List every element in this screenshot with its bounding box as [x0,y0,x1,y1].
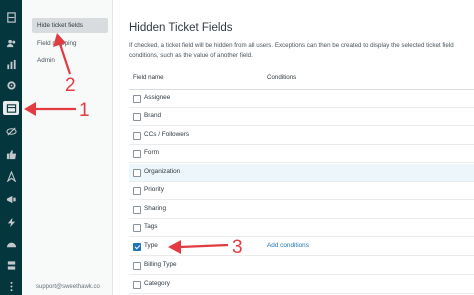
annotation-number-3: 3 [232,237,243,258]
field-row-billing-type: Billing Type [129,257,474,275]
page-description: If checked, a ticket field will be hidde… [129,41,474,61]
lightning-icon[interactable] [5,216,17,228]
field-label: Category [144,280,170,287]
field-row-sharing: Sharing [129,201,474,219]
users-icon[interactable] [5,37,17,49]
field-row-ccs-followers: CCs / Followers [129,127,474,145]
field-row-tags: Tags [129,219,474,237]
app-icon[interactable] [3,101,19,115]
annotation-number-2: 2 [65,75,76,96]
column-header-field-name: Field name [133,74,164,81]
field-label: Brand [144,112,162,119]
field-label: Priority [144,186,164,193]
field-checkbox[interactable] [133,187,141,195]
field-label: Type [144,242,158,249]
dashboard-icon[interactable] [5,238,17,250]
page-title: Hidden Ticket Fields [129,22,233,34]
reporting-icon[interactable] [5,58,17,70]
home-icon[interactable] [5,11,17,23]
field-label: CCs / Followers [144,131,190,138]
field-label: Form [144,149,159,156]
thumbs-up-icon[interactable] [5,148,17,160]
support-email[interactable]: support@sweethawk.co [36,284,100,290]
product-rail [0,0,22,295]
field-row-organization: Organization [129,164,474,182]
megaphone-icon[interactable] [5,193,17,205]
field-checkbox[interactable] [133,169,141,177]
field-checkbox[interactable] [133,150,141,158]
field-checkbox-checked[interactable] [133,243,141,251]
field-row-category: Category [129,276,474,294]
field-row-type: Type Add conditions [129,238,474,256]
field-checkbox[interactable] [133,224,141,232]
field-checkbox[interactable] [133,113,141,121]
field-checkbox[interactable] [133,132,141,140]
settings-icon[interactable] [5,79,17,91]
main-content: Hidden Ticket Fields If checked, a ticke… [113,0,474,295]
server-icon[interactable] [5,259,17,271]
subnav-item-hide-ticket-fields[interactable]: Hide ticket fields [32,18,108,33]
app-sidebar: Hide ticket fields Field mapping Admin s… [22,0,113,295]
field-row-form: Form [129,145,474,163]
field-checkbox[interactable] [133,206,141,214]
field-label: Billing Type [144,261,177,268]
description-line-2: conditions, such as the value of another… [129,52,253,59]
compass-icon[interactable] [5,170,17,182]
description-line-1: If checked, a ticket field will be hidde… [129,42,454,49]
subnav-item-admin[interactable]: Admin [32,53,108,68]
field-label: Sharing [144,205,167,212]
column-header-conditions: Conditions [267,74,297,81]
eye-slash-icon[interactable] [5,125,17,137]
field-checkbox[interactable] [133,95,141,103]
field-row-brand: Brand [129,108,474,126]
add-conditions-link[interactable]: Add conditions [267,242,309,249]
field-row-priority: Priority [129,182,474,200]
field-checkbox[interactable] [133,262,141,270]
annotation-number-1: 1 [79,100,90,121]
field-checkbox[interactable] [133,281,141,289]
field-label: Tags [144,223,158,230]
subnav-item-field-mapping[interactable]: Field mapping [32,36,108,51]
more-icon[interactable] [5,280,17,292]
field-label: Assignee [144,94,171,101]
field-row-assignee: Assignee [129,90,474,108]
field-label: Organization [144,168,181,175]
